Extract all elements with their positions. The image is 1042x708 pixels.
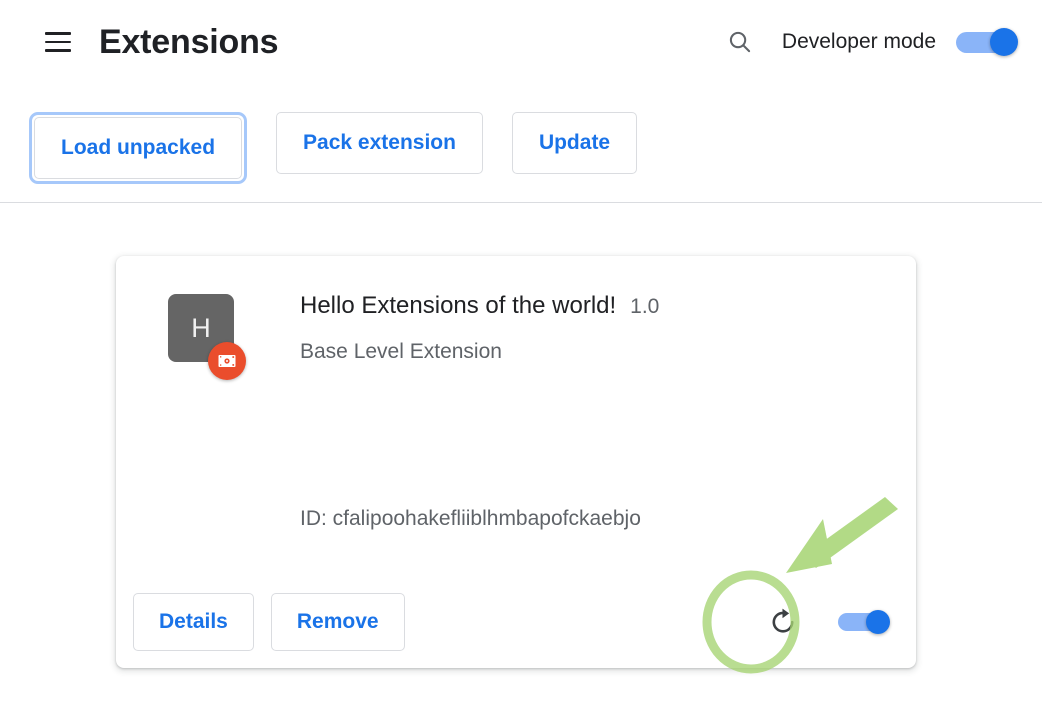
menu-bar	[45, 49, 71, 52]
extension-enable-toggle[interactable]	[838, 610, 890, 634]
unpacked-extension-icon	[208, 342, 246, 380]
remove-button[interactable]: Remove	[270, 593, 405, 651]
extension-card-controls	[760, 599, 890, 645]
menu-bar	[45, 32, 71, 35]
pack-extension-wrap: Pack extension	[276, 112, 483, 174]
extension-card[interactable]: H Hello Extensions of the world! 1.0 Bas…	[116, 256, 916, 668]
app-header: Extensions Developer mode Load unpacked …	[0, 0, 1042, 203]
toggle-knob	[990, 28, 1018, 56]
hamburger-menu-icon[interactable]	[34, 18, 82, 66]
extension-name: Hello Extensions of the world!	[300, 292, 617, 319]
developer-mode-toggle[interactable]	[956, 28, 1018, 56]
update-wrap: Update	[511, 112, 638, 174]
reload-icon[interactable]	[760, 599, 806, 645]
extension-description: Base Level Extension	[300, 340, 502, 363]
extension-title-row: Hello Extensions of the world! 1.0	[300, 292, 659, 320]
extension-icon-wrap: H	[168, 294, 246, 380]
toolbar-row: Load unpacked Pack extension Update	[0, 112, 638, 188]
pack-extension-button[interactable]: Pack extension	[276, 112, 483, 174]
extension-id: ID: cfalipoohakefliiblhmbapofckaebjo	[300, 507, 641, 530]
search-icon[interactable]	[718, 20, 762, 64]
page-title: Extensions	[99, 23, 279, 61]
extension-card-header: H Hello Extensions of the world! 1.0 Bas…	[116, 256, 916, 406]
extension-card-footer: Details Remove	[116, 572, 916, 668]
load-unpacked-focus-ring: Load unpacked	[29, 112, 248, 184]
menu-bar	[45, 40, 71, 44]
developer-mode-label: Developer mode	[781, 30, 936, 53]
extension-card-actions: Details Remove	[133, 593, 405, 651]
header-actions: Developer mode	[718, 18, 1018, 66]
extension-version: 1.0	[630, 295, 660, 318]
toggle-knob	[866, 610, 890, 634]
header-top-row: Extensions Developer mode	[0, 0, 1042, 84]
load-unpacked-button[interactable]: Load unpacked	[34, 117, 243, 179]
details-button[interactable]: Details	[133, 593, 254, 651]
update-button[interactable]: Update	[511, 112, 638, 174]
